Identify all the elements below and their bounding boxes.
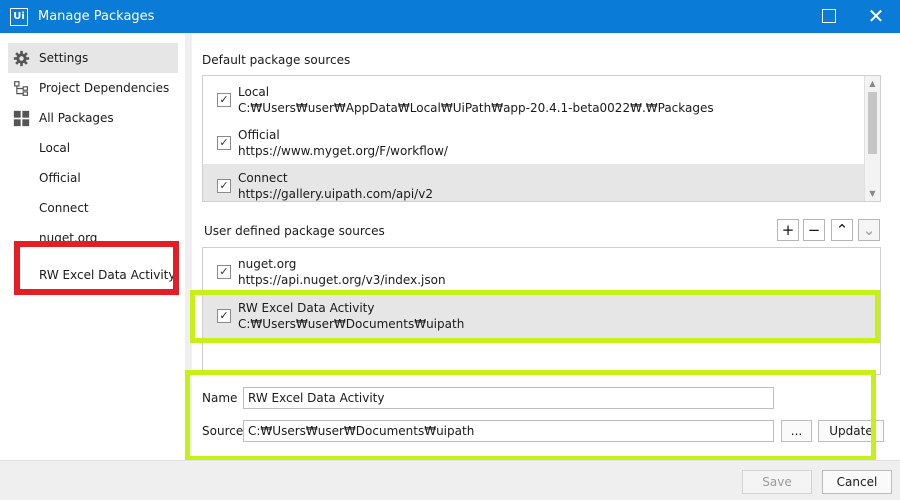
- green-highlight-form-box: [185, 370, 876, 461]
- source-checkbox[interactable]: ✓: [217, 136, 231, 150]
- dialog-footer: Save Cancel: [0, 460, 900, 500]
- scroll-up-arrow-icon[interactable]: ▲: [865, 76, 880, 91]
- add-source-button[interactable]: +: [777, 219, 799, 241]
- scroll-down-arrow-icon[interactable]: ▼: [865, 186, 880, 201]
- move-down-button[interactable]: ⌄: [858, 219, 880, 241]
- source-name: nuget.org: [238, 257, 297, 271]
- source-checkbox[interactable]: ✓: [217, 265, 231, 279]
- source-checkbox[interactable]: ✓: [217, 93, 231, 107]
- save-button[interactable]: Save: [742, 470, 812, 494]
- grid-icon: [13, 110, 30, 127]
- sidebar-item-label: Official: [39, 171, 81, 185]
- gear-icon: [13, 50, 30, 67]
- green-highlight-row-box: [190, 290, 880, 343]
- source-path: https://www.myget.org/F/workflow/: [238, 144, 448, 158]
- title-bar: Ui Manage Packages ✕: [0, 0, 900, 33]
- sidebar-item-label: Project Dependencies: [39, 81, 170, 95]
- sidebar-item-label: All Packages: [39, 111, 114, 125]
- source-path: https://api.nuget.org/v3/index.json: [238, 273, 446, 287]
- default-sources-heading: Default package sources: [202, 53, 351, 67]
- window-title: Manage Packages: [38, 9, 155, 24]
- source-name: Local: [238, 85, 270, 99]
- source-path: https://gallery.uipath.com/api/v2: [238, 187, 433, 201]
- scroll-thumb[interactable]: [868, 92, 877, 154]
- sidebar-item-all-packages[interactable]: All Packages: [8, 103, 178, 133]
- sidebar-item-connect[interactable]: Connect: [8, 193, 178, 223]
- sidebar-item-label: Connect: [39, 201, 89, 215]
- source-checkbox[interactable]: ✓: [217, 179, 231, 193]
- source-name: Connect: [238, 171, 288, 185]
- list-item[interactable]: ✓ Local C:₩Users₩user₩AppData₩Local₩UiPa…: [203, 78, 865, 122]
- list-item[interactable]: ✓ Official https://www.myget.org/F/workf…: [203, 121, 865, 165]
- move-up-button[interactable]: ⌃: [831, 219, 853, 241]
- list-item[interactable]: ✓ nuget.org https://api.nuget.org/v3/ind…: [203, 250, 880, 294]
- sidebar-item-label: Settings: [39, 51, 89, 65]
- scrollbar[interactable]: ▲ ▼: [864, 76, 880, 201]
- sidebar-item-project-dependencies[interactable]: Project Dependencies: [8, 73, 178, 103]
- sidebar-item-settings[interactable]: Settings: [8, 43, 178, 73]
- cancel-button[interactable]: Cancel: [822, 470, 892, 494]
- red-highlight-box: [14, 241, 179, 295]
- sidebar-item-local[interactable]: Local: [8, 133, 178, 163]
- sidebar-item-label: Local: [39, 141, 71, 155]
- list-item[interactable]: ✓ Connect https://gallery.uipath.com/api…: [203, 164, 865, 201]
- remove-source-button[interactable]: −: [803, 219, 825, 241]
- sidebar-item-official[interactable]: Official: [8, 163, 178, 193]
- source-name: Official: [238, 128, 280, 142]
- source-path: C:₩Users₩user₩AppData₩Local₩UiPath₩app-2…: [238, 101, 714, 115]
- maximize-button[interactable]: [822, 9, 836, 23]
- close-button[interactable]: ✕: [862, 4, 890, 28]
- default-sources-list: ✓ Local C:₩Users₩user₩AppData₩Local₩UiPa…: [202, 75, 881, 202]
- tree-icon: [14, 81, 29, 96]
- uipath-logo-icon: Ui: [10, 8, 28, 26]
- user-sources-heading: User defined package sources: [204, 224, 385, 238]
